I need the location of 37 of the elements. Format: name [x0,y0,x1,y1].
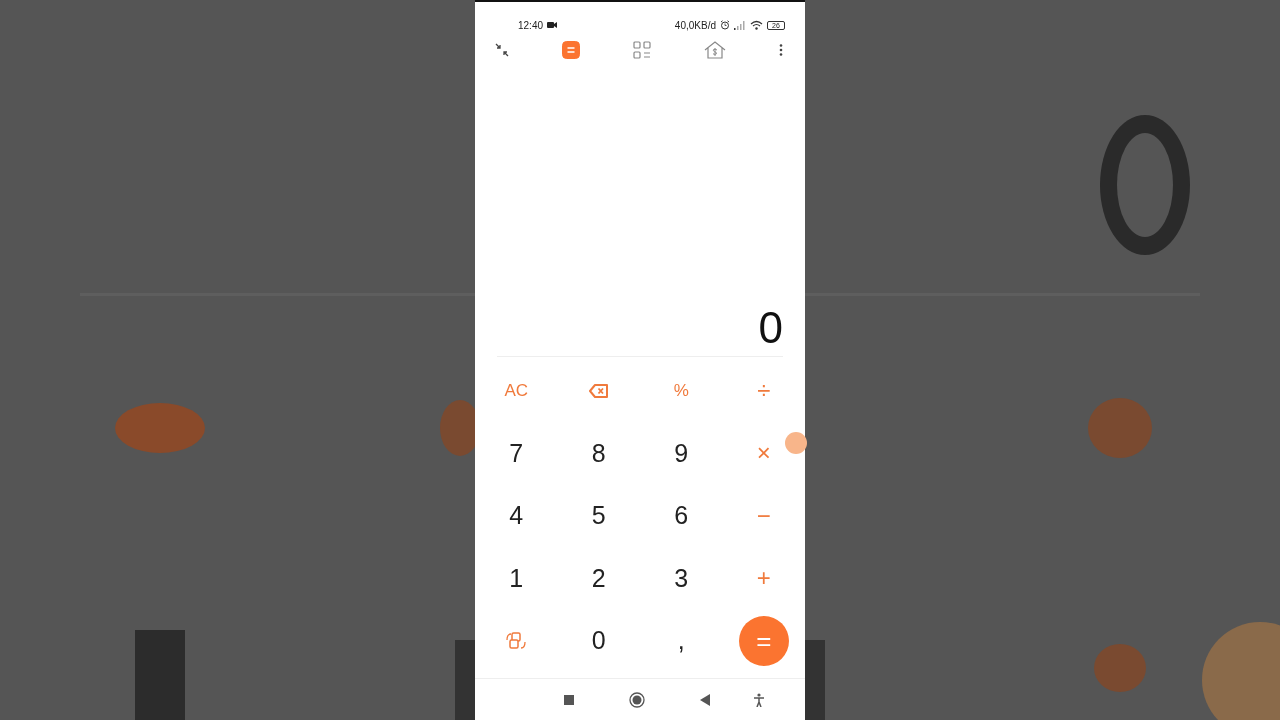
mode-tab[interactable] [560,39,582,61]
digit-key[interactable]: 7 [509,434,524,472]
mode-tab[interactable] [631,39,653,61]
more-icon [779,43,783,57]
recent-apps-button[interactable] [564,694,574,705]
digit-key[interactable]: 1 [509,559,524,597]
digit-key[interactable]: 4 [509,497,524,535]
swap-squares-icon [505,630,528,651]
backspace-icon [588,383,609,398]
grid-icon [633,41,651,59]
result-display: 0 [758,305,783,350]
digit-key[interactable]: 6 [674,497,689,535]
house-dollar-icon [704,41,726,59]
digit-key[interactable]: 0 [591,622,606,660]
digit-key[interactable]: 3 [674,559,689,597]
alarm-icon [720,20,730,30]
signal-icon [734,20,746,30]
convert-key[interactable] [505,630,528,651]
digit-key[interactable]: 9 [674,434,689,472]
digit-key[interactable]: 5 [591,497,606,535]
minimize-button[interactable] [493,41,511,59]
backspace-key[interactable] [588,383,609,398]
collapse-arrows-icon [495,43,509,57]
home-button[interactable] [629,691,645,708]
video-camera-icon [547,21,559,29]
status-time: 12:40 [518,18,544,33]
digit-key[interactable]: 8 [591,434,606,472]
accessibility-icon[interactable] [753,692,765,707]
more-button[interactable] [777,41,785,59]
wifi-icon [750,20,763,30]
network-speed: 40,0KB/d [674,18,716,33]
calculator-icon [562,41,580,59]
recording-bubble-icon[interactable] [785,432,807,454]
mode-tab[interactable] [702,39,728,61]
digit-key[interactable]: 2 [591,559,606,597]
digit-key[interactable]: , [677,622,685,660]
back-button[interactable] [700,693,710,706]
